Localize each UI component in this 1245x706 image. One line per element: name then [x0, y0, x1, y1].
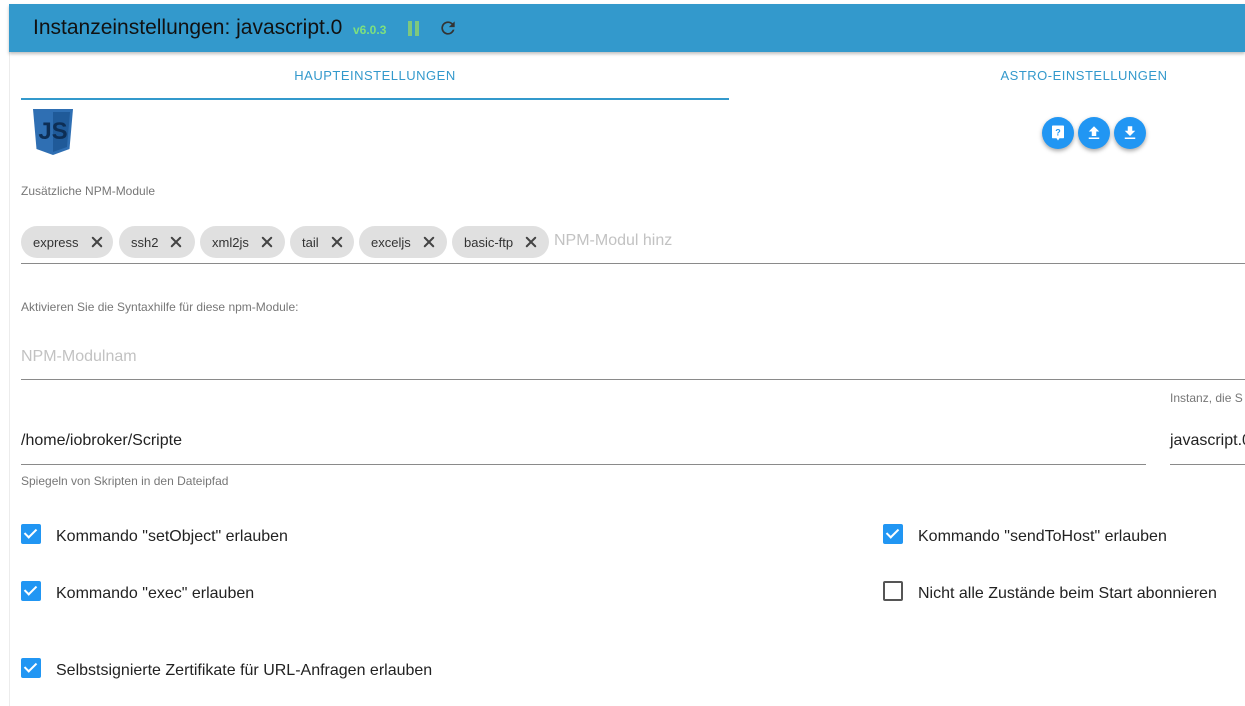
- checkbox-label: Nicht alle Zustände beim Start abonniere…: [918, 585, 1217, 602]
- chip-express: express: [21, 226, 113, 258]
- checkbox-label: Selbstsignierte Zertifikate für URL-Anfr…: [56, 662, 433, 679]
- download-icon: [1124, 126, 1136, 139]
- checkbox-selfsigned[interactable]: [21, 658, 41, 678]
- chip-remove-icon[interactable]: [525, 236, 537, 248]
- chip-xml2js: xml2js: [200, 226, 285, 258]
- upload-icon: [1088, 126, 1100, 139]
- chip-label: ssh2: [131, 234, 159, 250]
- instance-select[interactable]: javascript.0: [1170, 432, 1245, 450]
- tab-label: ASTRO-EINSTELLUNGEN: [1000, 68, 1168, 83]
- chip-remove-icon[interactable]: [331, 236, 343, 248]
- header-bar: Instanzeinstellungen: javascript.0 v6.0.…: [9, 4, 1245, 52]
- chip-label: exceljs: [371, 234, 411, 250]
- svg-text:?: ?: [1055, 127, 1061, 137]
- npm-modules-label: Zusätzliche NPM-Module: [21, 184, 156, 198]
- upload-button[interactable]: [1078, 117, 1110, 149]
- chip-remove-icon[interactable]: [423, 236, 435, 248]
- chip-ssh2: ssh2: [119, 226, 195, 258]
- syntax-help-label: Aktivieren Sie die Syntaxhilfe für diese…: [21, 300, 299, 314]
- instance-label: Instanz, die S: [1170, 391, 1243, 405]
- download-button[interactable]: [1114, 117, 1146, 149]
- version-badge: v6.0.3: [353, 23, 387, 37]
- instance-underline: [1170, 464, 1245, 465]
- chip-remove-icon[interactable]: [91, 236, 103, 248]
- npm-module-name-input[interactable]: [21, 347, 421, 367]
- logo-text: JS: [38, 118, 67, 145]
- chip-remove-icon[interactable]: [170, 236, 182, 248]
- page-title: Instanzeinstellungen: javascript.0: [33, 16, 343, 39]
- tab-label: HAUPTEINSTELLUNGEN: [294, 68, 456, 83]
- page-left-edge: [9, 52, 10, 706]
- chip-basic-ftp: basic-ftp: [452, 226, 549, 258]
- mirror-path-underline: [21, 464, 1146, 465]
- mirror-path-helper: Spiegeln von Skripten in den Dateipfad: [21, 474, 229, 488]
- tab-astro-einstellungen[interactable]: ASTRO-EINSTELLUNGEN: [940, 58, 1228, 98]
- npm-module-input[interactable]: [554, 231, 684, 251]
- checkbox-setobject[interactable]: [21, 524, 41, 544]
- tab-haupteinstellungen[interactable]: HAUPTEINSTELLUNGEN: [21, 58, 729, 100]
- help-button[interactable]: ?: [1042, 117, 1074, 149]
- javascript-logo-icon: JS: [33, 109, 73, 155]
- mirror-path-field[interactable]: /home/iobroker/Scripte: [21, 432, 182, 450]
- checkbox-label: Kommando "exec" erlauben: [56, 585, 255, 602]
- checkbox-no-subscribe[interactable]: [883, 581, 903, 601]
- npm-modules-underline: [21, 263, 1245, 264]
- chip-label: express: [33, 234, 79, 250]
- checkbox-label: Kommando "setObject" erlauben: [56, 528, 288, 545]
- chip-remove-icon[interactable]: [261, 236, 273, 248]
- checkbox-exec[interactable]: [21, 581, 41, 601]
- syntax-help-underline: [21, 379, 1245, 380]
- reload-icon[interactable]: [438, 18, 458, 38]
- chip-label: xml2js: [212, 234, 249, 250]
- help-icon: ?: [1052, 125, 1064, 141]
- pause-icon[interactable]: [407, 21, 421, 37]
- chip-tail: tail: [290, 226, 354, 258]
- checkbox-label: Kommando "sendToHost" erlauben: [918, 528, 1167, 545]
- chip-label: tail: [302, 234, 319, 250]
- chip-exceljs: exceljs: [359, 226, 447, 258]
- checkbox-sendtohost[interactable]: [883, 524, 903, 544]
- chip-label: basic-ftp: [464, 234, 514, 250]
